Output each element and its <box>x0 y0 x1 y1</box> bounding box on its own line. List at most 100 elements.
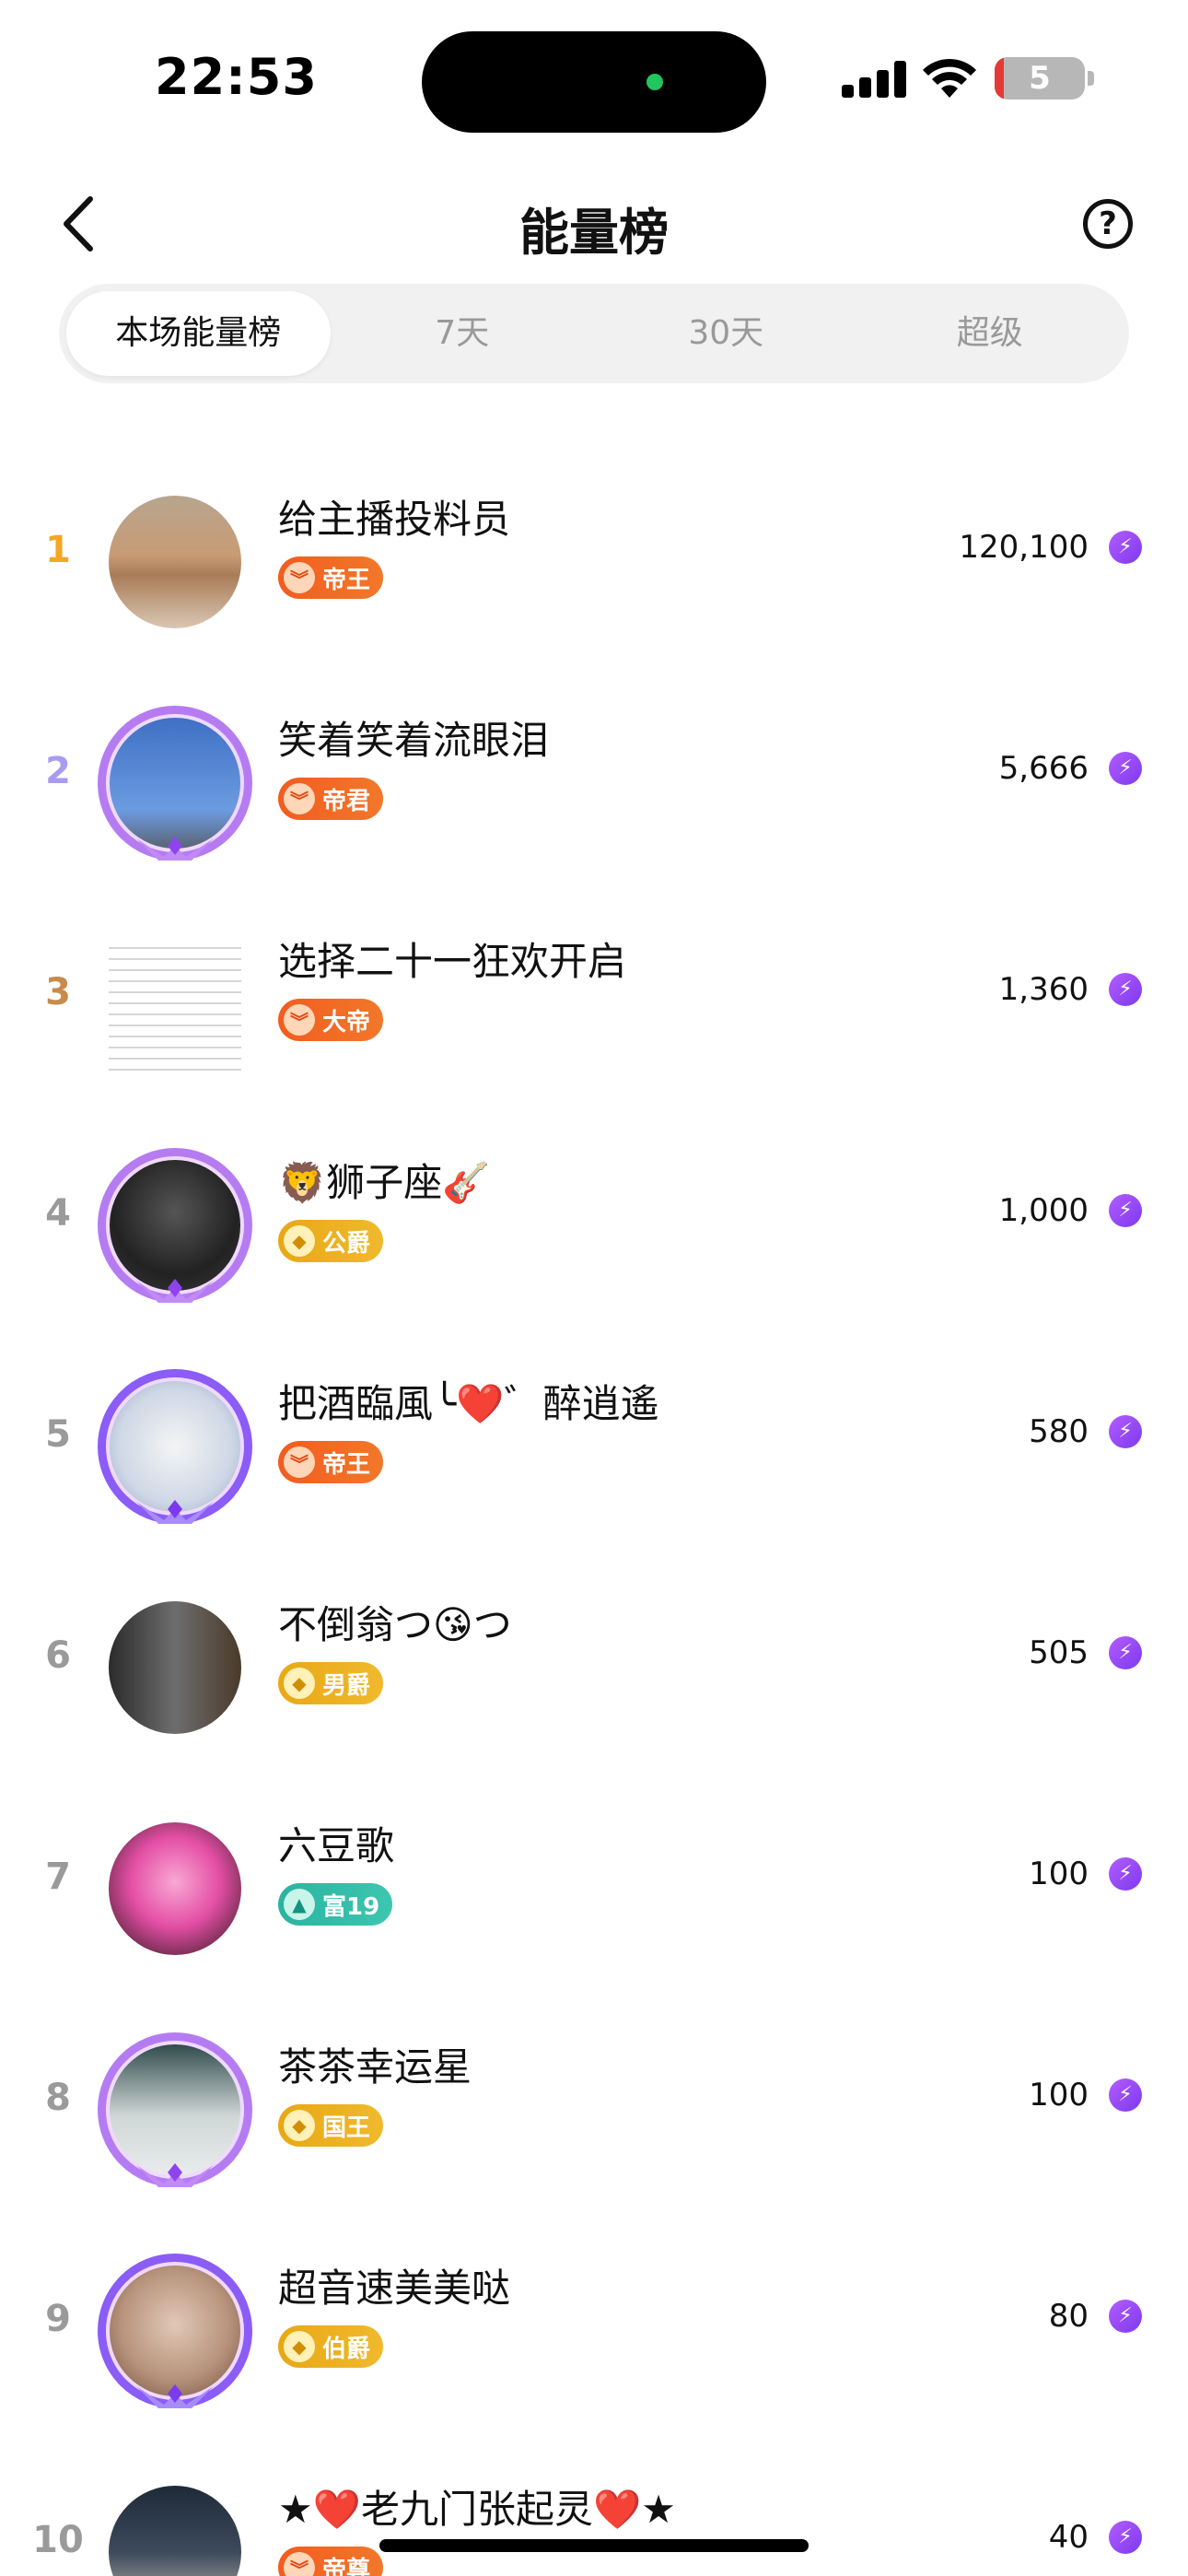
dynamic-island <box>422 31 766 133</box>
rank-number: 9 <box>45 2298 71 2340</box>
leaderboard-row[interactable]: 3 选择二十一狂欢开启 ︾ 大帝 1,360 ⚡ <box>0 884 1188 1106</box>
level-badge: ︾ 帝君 <box>278 778 384 820</box>
energy-score: 5,666 <box>998 750 1089 787</box>
energy-score: 100 <box>1029 1856 1089 1892</box>
rank-number: 10 <box>32 2519 84 2561</box>
energy-lightning-icon: ⚡ <box>1109 531 1142 564</box>
camera-indicator-dot <box>646 74 663 90</box>
user-name: 不倒翁つ😘つ <box>278 1602 512 1647</box>
tab-super[interactable]: 超级 <box>858 291 1123 376</box>
leaderboard-row[interactable]: 4 🦁狮子座🎸 ◆ 公爵 1,000 ⚡ <box>0 1106 1188 1327</box>
energy-lightning-icon: ⚡ <box>1109 1415 1142 1448</box>
user-name: 给主播投料员 <box>278 497 511 542</box>
rank-number: 6 <box>45 1634 71 1677</box>
leaderboard-row[interactable]: 10 ★❤️老九门张起灵❤️★ ︾ 帝尊 40 ⚡ <box>0 2432 1188 2576</box>
leaderboard-row[interactable]: 5 把酒臨風╰❤️゛醉逍遙 ︾ 帝王 580 ⚡ <box>0 1327 1188 1548</box>
rank-number: 1 <box>45 529 71 571</box>
energy-score: 100 <box>1029 2077 1089 2113</box>
page-title: 能量榜 <box>519 204 669 262</box>
frame-wing-icon <box>136 1279 214 1303</box>
avatar[interactable] <box>92 479 258 645</box>
avatar[interactable] <box>92 1806 258 1972</box>
level-badge: ◆ 国王 <box>278 2104 384 2147</box>
energy-score: 120,100 <box>959 529 1089 566</box>
energy-score: 580 <box>1029 1413 1089 1450</box>
avatar[interactable] <box>92 2469 258 2576</box>
energy-score: 1,360 <box>998 971 1089 1008</box>
crown-chevron-icon: ︾ <box>284 562 315 593</box>
avatar[interactable] <box>92 1585 258 1751</box>
avatar[interactable] <box>92 921 258 1087</box>
avatar[interactable] <box>92 2027 258 2193</box>
leaderboard-row[interactable]: 7 六豆歌 ▲ 富19 100 ⚡ <box>0 1769 1188 1990</box>
leaderboard-row[interactable]: 8 茶茶幸运星 ◆ 国王 100 ⚡ <box>0 1990 1188 2211</box>
leaderboard-row[interactable]: 9 超音速美美哒 ◆ 伯爵 80 ⚡ <box>0 2211 1188 2432</box>
crown-chevron-icon: ︾ <box>284 2552 315 2576</box>
badge-label: 帝王 <box>322 566 371 594</box>
cellular-signal-icon <box>842 61 906 98</box>
frame-wing-icon <box>136 2163 214 2187</box>
avatar[interactable] <box>92 2248 258 2414</box>
user-name: 超音速美美哒 <box>278 2266 511 2311</box>
wifi-icon <box>923 58 976 98</box>
badge-label: 富19 <box>322 1892 380 1921</box>
crown-chevron-icon: ︾ <box>284 1004 315 1036</box>
frame-wing-icon <box>136 2384 214 2408</box>
badge-label: 公爵 <box>322 1229 371 1258</box>
energy-score: 40 <box>1048 2519 1089 2556</box>
rank-number: 7 <box>45 1856 71 1898</box>
energy-score: 1,000 <box>998 1192 1089 1229</box>
energy-lightning-icon: ⚡ <box>1109 1636 1142 1669</box>
level-badge: ◆ 公爵 <box>278 1220 384 1262</box>
help-icon[interactable]: ? <box>1083 199 1133 249</box>
badge-label: 大帝 <box>322 1008 371 1036</box>
status-time: 22:53 <box>155 48 318 106</box>
level-badge: ︾ 大帝 <box>278 999 384 1041</box>
user-name: 六豆歌 <box>278 1823 395 1868</box>
diamond-icon: ◆ <box>284 1668 315 1699</box>
rank-number: 3 <box>45 971 71 1013</box>
energy-score: 505 <box>1029 1634 1089 1671</box>
leaderboard-row[interactable]: 6 不倒翁つ😘つ ◆ 男爵 505 ⚡ <box>0 1548 1188 1769</box>
battery-cap <box>1088 71 1094 86</box>
tab-7-days[interactable]: 7天 <box>331 291 595 376</box>
battery-icon: 5 <box>995 57 1085 100</box>
tab-30-days[interactable]: 30天 <box>594 291 858 376</box>
level-badge: ◆ 男爵 <box>278 1662 384 1704</box>
avatar[interactable] <box>92 1364 258 1529</box>
diamond-icon: ◆ <box>284 2110 315 2141</box>
battery-level: 5 <box>1029 60 1051 97</box>
user-name: 🦁狮子座🎸 <box>278 1160 491 1205</box>
frame-wing-icon <box>136 1500 214 1524</box>
rank-number: 4 <box>45 1192 71 1235</box>
badge-label: 帝尊 <box>322 2556 371 2576</box>
user-name: 选择二十一狂欢开启 <box>278 939 627 984</box>
frame-wing-icon <box>136 837 214 861</box>
user-name: 把酒臨風╰❤️゛醉逍遙 <box>278 1381 659 1426</box>
energy-lightning-icon: ⚡ <box>1109 973 1142 1006</box>
level-badge: ︾ 帝尊 <box>278 2547 384 2576</box>
rank-number: 5 <box>45 1413 71 1456</box>
badge-label: 国王 <box>322 2113 371 2142</box>
energy-lightning-icon: ⚡ <box>1109 1857 1142 1891</box>
leaderboard-row[interactable]: 1 给主播投料员 ︾ 帝王 120,100 ⚡ <box>0 442 1188 663</box>
energy-lightning-icon: ⚡ <box>1109 2300 1142 2333</box>
avatar[interactable] <box>92 700 258 866</box>
level-badge: ︾ 帝王 <box>278 1441 384 1483</box>
status-bar: 22:53 5 <box>0 0 1188 157</box>
rank-number: 8 <box>45 2077 71 2119</box>
level-badge: ◆ 伯爵 <box>278 2325 384 2368</box>
home-indicator[interactable] <box>379 2539 809 2552</box>
leaderboard-row[interactable]: 2 笑着笑着流眼泪 ︾ 帝君 5,666 ⚡ <box>0 663 1188 884</box>
avatar[interactable] <box>92 1142 258 1308</box>
user-name: ★❤️老九门张起灵❤️★ <box>278 2487 676 2532</box>
level-badge: ︾ 帝王 <box>278 556 384 599</box>
period-tabs: 本场能量榜 7天 30天 超级 <box>59 284 1129 383</box>
badge-label: 伯爵 <box>322 2335 371 2363</box>
tab-current-session[interactable]: 本场能量榜 <box>66 291 331 376</box>
energy-score: 80 <box>1048 2298 1089 2335</box>
crown-chevron-icon: ︾ <box>284 1446 315 1478</box>
triangle-icon: ▲ <box>284 1889 315 1920</box>
crown-chevron-icon: ︾ <box>284 783 315 814</box>
level-badge: ▲ 富19 <box>278 1883 393 1926</box>
